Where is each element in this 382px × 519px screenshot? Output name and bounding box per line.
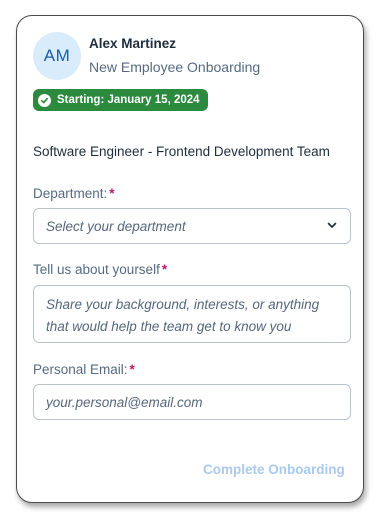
- department-select-placeholder: Select your department: [46, 218, 186, 234]
- email-field-placeholder: your.personal@email.com: [46, 394, 203, 410]
- required-marker: *: [109, 186, 115, 201]
- card-subtitle: New Employee Onboarding: [89, 59, 261, 75]
- about-label: Tell us about yourself *: [33, 262, 167, 277]
- role-description: Software Engineer - Frontend Development…: [33, 144, 330, 159]
- start-date-badge: Starting: January 15, 2024: [33, 89, 208, 111]
- email-field[interactable]: your.personal@email.com: [33, 384, 351, 420]
- avatar: AM: [33, 32, 81, 80]
- email-label: Personal Email: *: [33, 362, 135, 377]
- department-label: Department: *: [33, 186, 115, 201]
- required-marker: *: [129, 362, 135, 377]
- about-textarea[interactable]: Share your background, interests, or any…: [33, 285, 351, 343]
- complete-onboarding-button[interactable]: Complete Onboarding: [203, 462, 345, 477]
- employee-name: Alex Martinez: [89, 36, 177, 51]
- check-circle-icon: [38, 93, 51, 107]
- department-label-text: Department:: [33, 186, 108, 201]
- onboarding-card: AM Alex Martinez New Employee Onboarding…: [16, 15, 364, 503]
- start-date-text: Starting: January 15, 2024: [57, 94, 200, 106]
- chevron-down-icon: [326, 219, 338, 231]
- email-label-text: Personal Email:: [33, 362, 128, 377]
- about-label-text: Tell us about yourself: [33, 262, 160, 277]
- required-marker: *: [161, 262, 168, 277]
- department-select[interactable]: Select your department: [33, 208, 351, 244]
